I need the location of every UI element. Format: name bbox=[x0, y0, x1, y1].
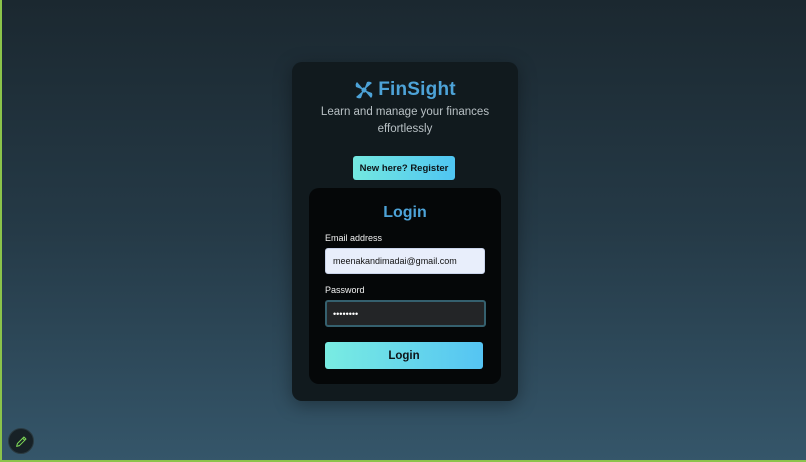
brand-name: FinSight bbox=[378, 79, 456, 100]
login-panel: Login Email address Password Login bbox=[309, 188, 501, 384]
password-field[interactable] bbox=[325, 300, 486, 327]
login-title: Login bbox=[383, 204, 427, 221]
auth-card: FinSight Learn and manage your finances … bbox=[292, 62, 518, 401]
edit-button[interactable] bbox=[8, 428, 34, 454]
pinwheel-logo-icon bbox=[355, 81, 373, 99]
brand-header: FinSight bbox=[292, 79, 518, 101]
email-field[interactable] bbox=[325, 248, 485, 274]
tagline: Learn and manage your finances effortles… bbox=[320, 106, 490, 135]
register-button[interactable]: New here? Register bbox=[353, 156, 455, 180]
password-label: Password bbox=[325, 285, 365, 295]
pencil-icon bbox=[15, 436, 26, 447]
window-frame-left bbox=[0, 0, 2, 462]
email-label: Email address bbox=[325, 233, 383, 243]
login-button[interactable]: Login bbox=[325, 342, 483, 369]
